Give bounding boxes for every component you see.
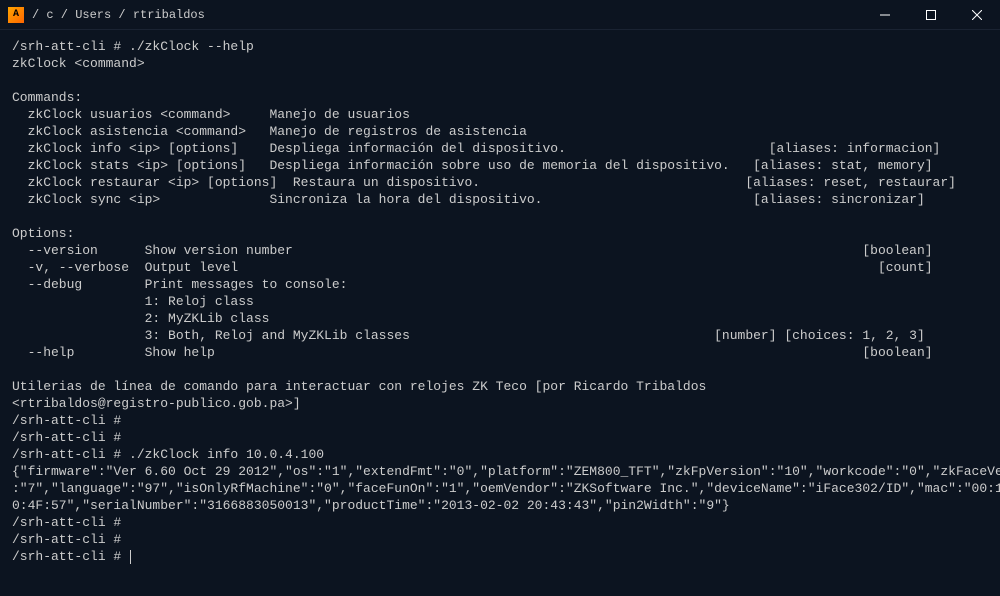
close-button[interactable] xyxy=(954,0,1000,30)
terminal-output[interactable]: /srh-att-cli # ./zkClock --help zkClock … xyxy=(0,30,1000,573)
window-titlebar: A / c / Users / rtribaldos xyxy=(0,0,1000,30)
minimize-button[interactable] xyxy=(862,0,908,30)
app-icon: A xyxy=(8,7,24,23)
window-title: / c / Users / rtribaldos xyxy=(32,8,205,22)
maximize-button[interactable] xyxy=(908,0,954,30)
window-controls xyxy=(862,0,1000,30)
titlebar-left: A / c / Users / rtribaldos xyxy=(0,7,205,23)
